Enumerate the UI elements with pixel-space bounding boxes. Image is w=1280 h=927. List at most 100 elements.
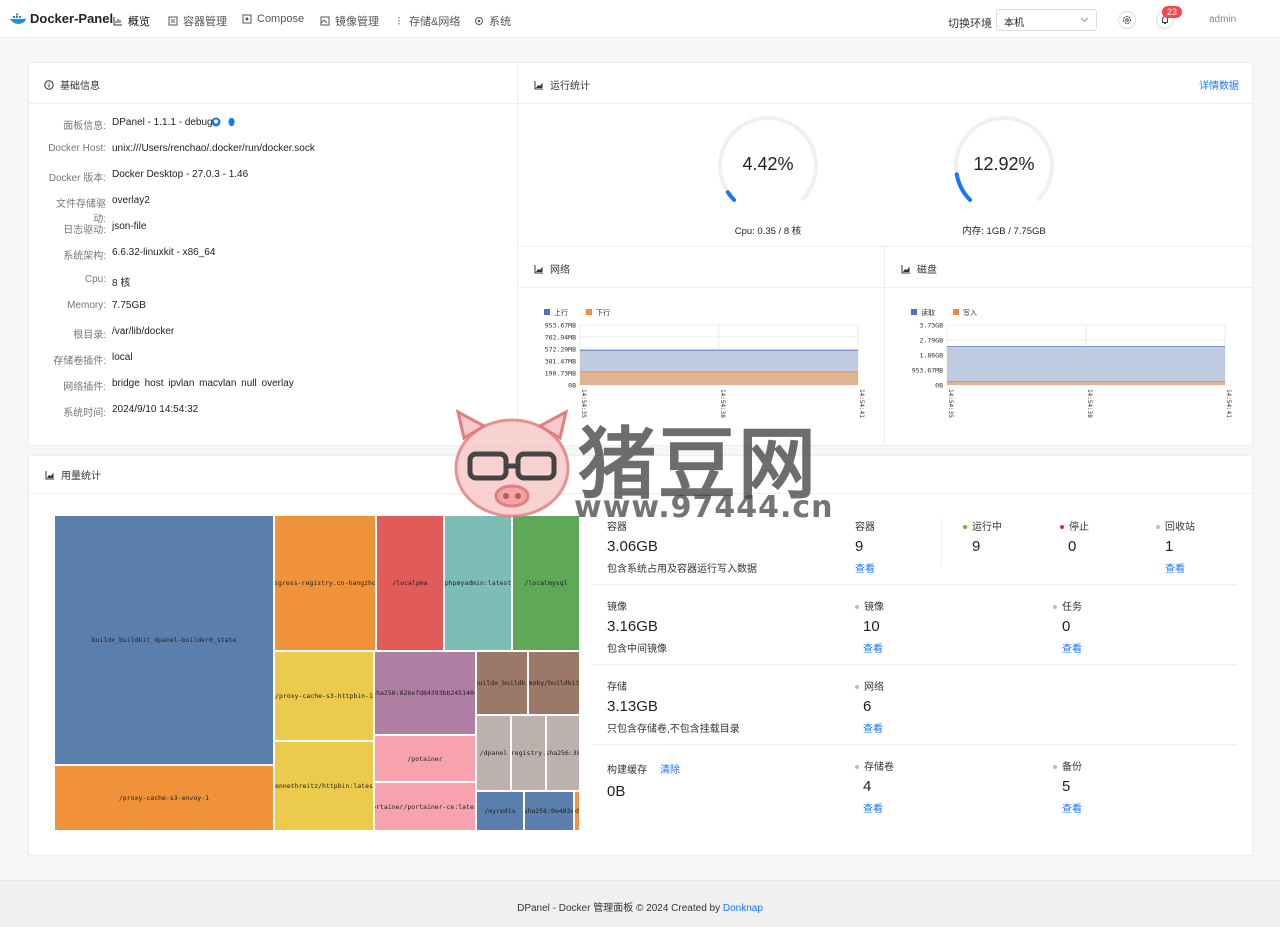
chevron-down-icon — [1080, 17, 1089, 23]
settings-button[interactable] — [1118, 11, 1136, 29]
recycle-value: 1 — [1165, 538, 1174, 555]
treemap-cell[interactable]: kennethreitz/httpbin:latest — [274, 741, 374, 831]
storage-size: 3.13GB — [607, 698, 658, 715]
treemap-cell[interactable]: phpmyadmin:latest — [444, 515, 512, 651]
containers-title: 容器 — [607, 522, 627, 533]
legend-label: 写入 — [963, 309, 977, 317]
basic-info-card: 基础信息 面板信息: DPanel - 1.1.1 - debug Docker … — [28, 62, 519, 446]
qq-icon[interactable] — [227, 117, 236, 127]
nav-item-compose[interactable]: Compose — [242, 13, 304, 25]
treemap-cell[interactable]: /dpanel — [476, 715, 511, 791]
volumes-status: 存储卷 — [855, 758, 894, 773]
divider — [29, 103, 519, 104]
detail-link[interactable]: 详情数据 — [1199, 77, 1239, 92]
images-title: 镜像 — [607, 602, 627, 613]
info-value: 8 核 — [112, 278, 131, 289]
info-value: 7.75GB — [112, 300, 146, 311]
usage-treemap: buildx_buildkit_dpanel-builder0_state/pr… — [54, 515, 580, 831]
info-label: Docker Host: — [48, 143, 106, 154]
x-tick-label: 14:54:41 — [1225, 389, 1232, 418]
treemap-cell[interactable]: registry. — [511, 715, 546, 791]
backups-status: 备份 — [1053, 758, 1082, 773]
divider — [591, 744, 1237, 745]
treemap-cell[interactable]: /localpma — [376, 515, 444, 651]
backups-view-link[interactable]: 查看 — [1062, 800, 1082, 815]
treemap-cell[interactable]: /buildx_buildkit — [476, 651, 528, 715]
treemap-cell[interactable]: moby/buildkit — [528, 651, 580, 715]
card-title: 用量统计 — [61, 471, 101, 482]
x-tick-label: 14:54:38 — [1086, 389, 1093, 418]
footer-author-link[interactable]: Donknap — [723, 903, 763, 914]
compose-icon — [242, 14, 252, 24]
network-count-label: 网络 — [864, 682, 884, 693]
recycle-view-link[interactable]: 查看 — [1165, 560, 1185, 575]
storage-icon — [398, 17, 400, 25]
images-desc: 包含中间镜像 — [607, 644, 667, 655]
area-chart-icon — [901, 264, 910, 273]
treemap-cell[interactable]: /potainer — [374, 735, 476, 782]
y-tick-label: 762.94MB — [545, 334, 576, 342]
footer-text: DPanel - Docker 管理面板 © 2024 Created by — [517, 903, 723, 914]
app-title: Docker-Panel — [30, 11, 114, 26]
treemap-cell[interactable]: higress-registry.cn-hangzhou — [274, 515, 376, 651]
github-icon[interactable] — [211, 117, 221, 127]
tasks-view-link[interactable]: 查看 — [1062, 640, 1082, 655]
nav-label: Compose — [257, 13, 305, 25]
card-title: 网络 — [550, 265, 570, 276]
series-area — [947, 346, 1225, 385]
info-label: 日志驱动: — [63, 225, 106, 236]
image-view-link[interactable]: 查看 — [863, 640, 883, 655]
treemap-cell[interactable]: /localmysql — [512, 515, 580, 651]
nav-item-containers[interactable]: 容器管理 — [168, 13, 227, 29]
treemap-cell[interactable]: d — [574, 791, 580, 831]
recycle-dot-icon — [1156, 525, 1160, 530]
y-tick-label: 1.86GB — [920, 352, 944, 360]
treemap-cell[interactable]: sha256:826efd84393bb2451404 — [374, 651, 476, 735]
treemap-cell[interactable]: buildx_buildkit_dpanel-builder0_state — [54, 515, 274, 765]
stopped-value: 0 — [1068, 538, 1077, 555]
build-cache-clear-link[interactable]: 清除 — [660, 761, 680, 776]
card-title: 运行统计 — [550, 81, 590, 92]
info-value: 2024/9/10 14:54:32 — [112, 404, 199, 415]
env-select[interactable]: 本机 — [996, 9, 1097, 31]
nav-item-images[interactable]: 镜像管理 — [320, 13, 379, 29]
running-label: 运行中 — [972, 522, 1002, 533]
container-view-link[interactable]: 查看 — [855, 560, 875, 575]
storage-desc: 只包含存储卷,不包含挂载目录 — [607, 724, 740, 735]
info-icon — [44, 79, 54, 90]
treemap-cell[interactable]: portainer/portainer-ce:latest — [374, 782, 476, 831]
nav-label: 系统 — [489, 16, 511, 28]
info-value: overlay2 — [112, 195, 150, 206]
stopped-status: 停止 — [1060, 518, 1089, 533]
containers-desc: 包含系统占用及容器运行写入数据 — [607, 564, 757, 575]
series-area — [947, 381, 1225, 385]
container-count-label: 容器 — [855, 522, 875, 533]
treemap-cell[interactable]: /proxy-cache-s3-httpbin-1 — [274, 651, 374, 741]
treemap-cell[interactable]: sha256:38 — [546, 715, 580, 791]
network-chart: 上行 下行 953.67MB 762.94MB 572.20MB 381.47MB 190.… — [544, 308, 865, 418]
nav-item-overview[interactable]: 概览 — [113, 13, 150, 29]
volumes-value: 4 — [863, 778, 872, 795]
backups-label: 备份 — [1062, 762, 1082, 773]
divider — [591, 584, 1237, 585]
image-count-status: 镜像 — [855, 598, 884, 613]
user-name[interactable]: admin — [1209, 14, 1236, 25]
nav-item-system[interactable]: 系统 — [474, 13, 511, 29]
tasks-label: 任务 — [1062, 602, 1082, 613]
volumes-view-link[interactable]: 查看 — [863, 800, 883, 815]
legend-label: 读取 — [921, 308, 935, 317]
nav-item-storage-network[interactable]: 存储&网络 — [394, 13, 460, 29]
image-count-value: 10 — [863, 618, 880, 635]
info-value: DPanel - 1.1.1 - debug — [112, 117, 213, 128]
running-dot-icon — [963, 525, 967, 530]
network-count-status: 网络 — [855, 678, 884, 693]
network-view-link[interactable]: 查看 — [863, 720, 883, 735]
image-icon — [320, 16, 330, 26]
running-value: 9 — [972, 538, 981, 555]
treemap-cell[interactable]: sha256:0e483a — [524, 791, 574, 831]
card-header: 网络 — [534, 261, 570, 276]
app-logo[interactable]: Docker-Panel — [10, 11, 113, 26]
treemap-cell[interactable]: /myredis — [476, 791, 524, 831]
treemap-cell[interactable]: /proxy-cache-s3-envoy-1 — [54, 765, 274, 831]
tasks-status: 任务 — [1053, 598, 1082, 613]
